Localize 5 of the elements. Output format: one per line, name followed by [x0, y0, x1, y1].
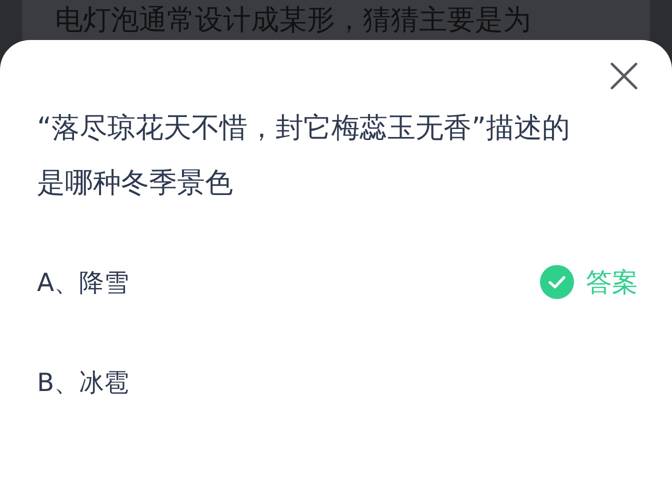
- question-text: “落尽琼花天不惜，封它梅蕊玉无香”描述的是哪种冬季景色: [37, 110, 572, 201]
- option-label[interactable]: B、冰雹: [37, 366, 130, 398]
- option-label[interactable]: A、降雪: [37, 266, 130, 298]
- answer-label: 答案: [586, 266, 638, 300]
- close-icon[interactable]: [610, 62, 638, 90]
